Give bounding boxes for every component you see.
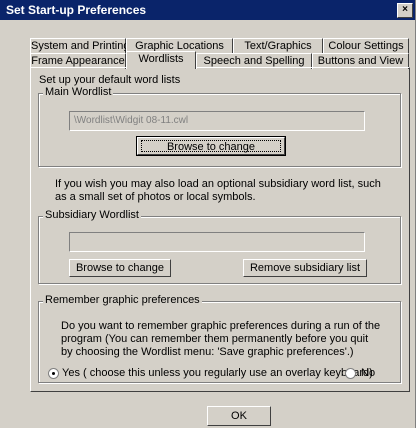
no-radio-label: No (361, 367, 376, 379)
tab-colour-settings[interactable]: Colour Settings (323, 38, 409, 54)
yes-radio[interactable] (48, 368, 59, 379)
tab-wordlists[interactable]: Wordlists (126, 51, 196, 69)
tab-text-graphics[interactable]: Text/Graphics (233, 38, 323, 54)
ok-button[interactable]: OK (207, 406, 271, 426)
main-wordlist-label: Main Wordlist (43, 86, 114, 98)
remove-subsidiary-button[interactable]: Remove subsidiary list (243, 259, 367, 277)
subsidiary-info-text: If you wish you may also load an optiona… (55, 178, 381, 203)
wordlists-panel: Set up your default word lists Main Word… (30, 67, 410, 392)
window-title: Set Start-up Preferences (6, 3, 147, 17)
close-icon[interactable]: × (397, 3, 413, 18)
subsidiary-wordlist-path-field[interactable] (69, 232, 365, 252)
yes-radio-label: Yes ( choose this unless you regularly u… (62, 367, 373, 379)
remember-description: Do you want to remember graphic preferen… (61, 320, 381, 358)
subsidiary-wordlist-label: Subsidiary Wordlist (43, 209, 141, 221)
main-browse-button[interactable]: Browse to change (136, 136, 286, 156)
radio-selected-dot (52, 372, 55, 375)
intro-text: Set up your default word lists (39, 74, 181, 86)
main-wordlist-path-field[interactable]: \Wordlist\Widgit 08-11.cwl (69, 111, 365, 131)
remember-preferences-label: Remember graphic preferences (43, 294, 202, 306)
tab-system-and-printing[interactable]: System and Printing (30, 38, 129, 54)
title-bar: Set Start-up Preferences × (0, 0, 415, 20)
main-browse-label: Browse to change (141, 140, 281, 153)
subsidiary-browse-button[interactable]: Browse to change (69, 259, 171, 277)
no-radio[interactable] (345, 368, 356, 379)
preferences-dialog: Set Start-up Preferences × System and Pr… (0, 0, 416, 428)
